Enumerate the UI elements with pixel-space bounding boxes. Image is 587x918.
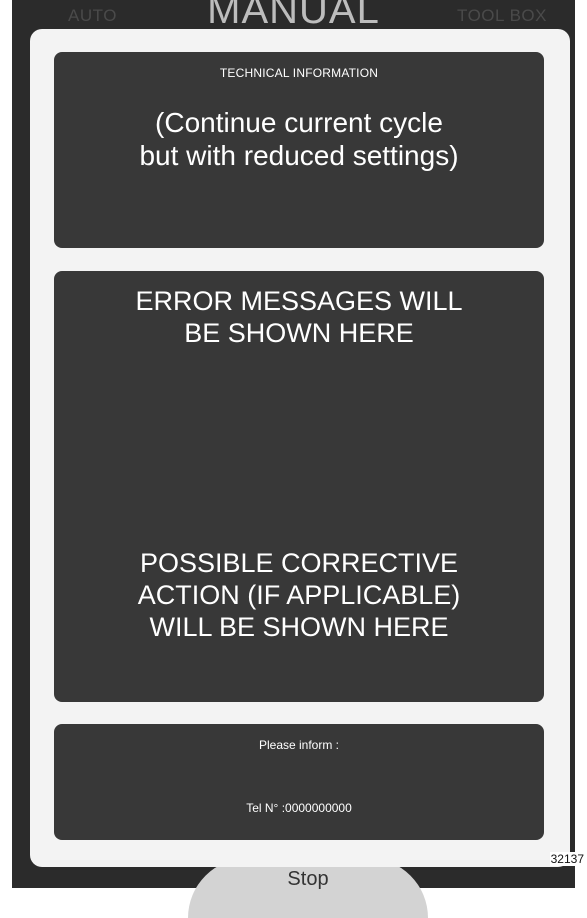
error-message: ERROR MESSAGES WILL BE SHOWN HERE — [54, 285, 544, 349]
contact-panel: Please inform : Tel N° :0000000000 — [54, 724, 544, 840]
nav-toolbox-tab[interactable]: TOOL BOX — [457, 6, 547, 26]
technical-info-heading: TECHNICAL INFORMATION — [219, 66, 379, 80]
technical-info-line-1: (Continue current cycle — [155, 107, 443, 138]
corrective-action: POSSIBLE CORRECTIVE ACTION (IF APPLICABL… — [54, 547, 544, 643]
corrective-action-line-2: ACTION (IF APPLICABLE) — [137, 580, 461, 610]
stop-button[interactable]: Stop — [188, 858, 428, 918]
figure-reference-number: 32137 — [549, 852, 585, 866]
technical-info-message: (Continue current cycle but with reduced… — [89, 106, 509, 172]
contact-phone: Tel N° :0000000000 — [54, 801, 544, 815]
phone-label: Tel N° : — [246, 801, 286, 815]
technical-info-panel: TECHNICAL INFORMATION (Continue current … — [54, 52, 544, 248]
error-dialog: TECHNICAL INFORMATION (Continue current … — [30, 29, 570, 867]
contact-prompt: Please inform : — [258, 738, 340, 752]
error-message-line-1: ERROR MESSAGES WILL — [135, 286, 463, 316]
error-message-panel: ERROR MESSAGES WILL BE SHOWN HERE POSSIB… — [54, 271, 544, 702]
technical-info-line-2: but with reduced settings) — [139, 140, 459, 171]
phone-number: 0000000000 — [285, 801, 352, 815]
corrective-action-line-1: POSSIBLE CORRECTIVE — [139, 548, 459, 578]
corrective-action-line-3: WILL BE SHOWN HERE — [149, 612, 449, 642]
error-message-line-2: BE SHOWN HERE — [184, 318, 414, 348]
